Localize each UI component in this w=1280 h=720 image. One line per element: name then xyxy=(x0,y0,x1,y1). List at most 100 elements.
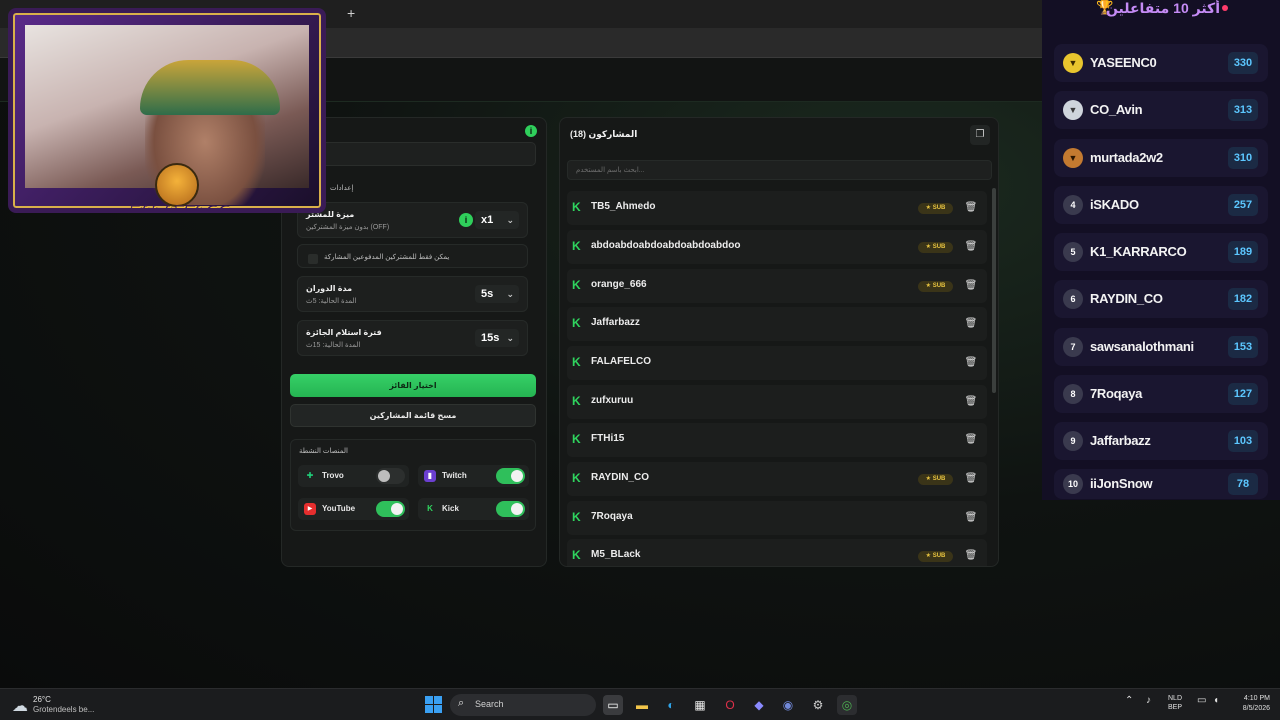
app-icon[interactable]: ⚙ xyxy=(808,695,828,715)
windows-start-icon[interactable] xyxy=(425,696,443,714)
rank-number: 9 xyxy=(1063,431,1083,451)
chevron-up-icon[interactable]: ⌃ xyxy=(1125,695,1133,706)
chevron-down-icon: ⌄ xyxy=(506,215,514,225)
leaderboard-name: K1_KARRARCO xyxy=(1090,244,1187,259)
kick-icon: K xyxy=(572,239,581,253)
participant-name: 7Roqaya xyxy=(591,511,633,522)
weather-widget[interactable]: ☁ 26°C Grotendeels be... xyxy=(12,694,122,718)
logo-text: FALAFELCO xyxy=(131,203,233,213)
leaderboard-score: 310 xyxy=(1228,147,1258,169)
falafelco-logo: FALAFELCO xyxy=(131,163,233,213)
participant-name: abdoabdoabdoabdoabdoabdoo xyxy=(591,240,741,251)
sub-badge: ★ SUB xyxy=(918,242,953,253)
discord-icon[interactable]: ◉ xyxy=(778,695,798,715)
rank-number: 5 xyxy=(1063,242,1083,262)
volume-icon[interactable]: ◖ xyxy=(1213,695,1219,706)
trash-icon[interactable]: 🗑 xyxy=(963,355,979,371)
kick-icon: K xyxy=(572,355,581,369)
mascot-icon xyxy=(155,163,199,207)
leaderboard-row: ▼ YASEENC0 330 xyxy=(1054,44,1268,82)
new-tab-button[interactable]: + xyxy=(347,5,355,21)
subs-only-option[interactable]: يمكن فقط للمشتركين المدفوعين المشاركة xyxy=(297,244,528,268)
system-clock[interactable]: 4:10 PM 8/5/2026 xyxy=(1232,694,1270,714)
trash-icon[interactable]: 🗑 xyxy=(963,432,979,448)
subs-only-checkbox[interactable] xyxy=(308,254,318,264)
file-explorer-icon[interactable]: ▬ xyxy=(632,695,652,715)
language-indicator[interactable]: NLD BEP xyxy=(1168,694,1182,712)
pick-winner-button[interactable]: اختيار الفائز xyxy=(290,374,536,397)
platform-name: Twitch xyxy=(442,471,467,480)
silver-medal-icon: ▼ xyxy=(1063,100,1083,120)
participant-name: FTHi15 xyxy=(591,433,625,444)
leaderboard-score: 182 xyxy=(1228,288,1258,310)
rotation-select[interactable]: 5s ⌄ xyxy=(475,285,519,303)
multiplier-select[interactable]: x1 ⌄ xyxy=(475,211,519,229)
info-icon[interactable]: i xyxy=(459,213,473,227)
leaderboard-row: 9 Jaffarbazz 103 xyxy=(1054,422,1268,460)
opera-icon[interactable]: O xyxy=(720,695,740,715)
trash-icon[interactable]: 🗑 xyxy=(963,548,979,564)
task-view-icon[interactable]: ▭ xyxy=(603,695,623,715)
leaderboard-row: 4 iSKADO 257 xyxy=(1054,186,1268,224)
store-icon[interactable]: ▦ xyxy=(690,695,710,715)
trovo-toggle[interactable] xyxy=(376,468,405,484)
rank-number: 4 xyxy=(1063,195,1083,215)
participant-row: K TB5_Ahmedo ★ SUB 🗑 xyxy=(567,191,987,225)
leaderboard-name: 7Roqaya xyxy=(1090,386,1143,401)
feature-status: بدون ميزة المشتركين (OFF) xyxy=(306,224,390,231)
youtube-icon: ▶ xyxy=(304,503,316,515)
taskbar-search[interactable]: ⌕ Search xyxy=(450,694,596,716)
participant-row: K zufxuruu 🗑 xyxy=(567,385,987,419)
cloud-icon: ☁ xyxy=(12,698,28,715)
clear-participants-button[interactable]: مسح قائمة المشاركين xyxy=(290,404,536,427)
participant-row: K FTHi15 🗑 xyxy=(567,423,987,457)
participant-row: K abdoabdoabdoabdoabdoabdoo ★ SUB 🗑 xyxy=(567,230,987,264)
participant-name: zufxuruu xyxy=(591,395,634,406)
leaderboard-name: YASEENC0 xyxy=(1090,55,1157,70)
kick-toggle[interactable] xyxy=(496,501,525,517)
kick-icon: K xyxy=(572,510,581,524)
trash-icon[interactable]: 🗑 xyxy=(963,471,979,487)
participants-title: المشاركون (18) xyxy=(570,129,638,139)
leaderboard-score: 78 xyxy=(1228,473,1258,495)
kick-icon: K xyxy=(427,504,433,513)
multiplier-value: x1 xyxy=(481,214,494,226)
participant-search-input[interactable]: ابحث باسم المستخدم... xyxy=(567,160,992,180)
copy-icon[interactable]: ❐ xyxy=(970,125,990,145)
edge-icon[interactable]: ◐ xyxy=(661,695,681,715)
participant-row: K FALAFELCO 🗑 xyxy=(567,346,987,380)
platform-twitch: ▮ Twitch xyxy=(418,465,529,487)
live-dot-icon xyxy=(1222,5,1228,11)
subs-only-label: يمكن فقط للمشتركين المدفوعين المشاركة xyxy=(324,254,450,261)
participants-panel: المشاركون (18) ❐ ابحث باسم المستخدم... K… xyxy=(559,117,999,567)
platform-youtube: ▶ YouTube xyxy=(298,498,409,520)
participant-row: K RAYDIN_CO ★ SUB 🗑 xyxy=(567,462,987,496)
microphone-icon[interactable]: ♪ xyxy=(1146,695,1151,706)
participant-row: K Jaffarbazz 🗑 xyxy=(567,307,987,341)
app-icon[interactable]: ◆ xyxy=(749,695,769,715)
network-icon[interactable]: ▭ xyxy=(1197,695,1206,706)
trash-icon[interactable]: 🗑 xyxy=(963,239,979,255)
trash-icon[interactable]: 🗑 xyxy=(963,394,979,410)
youtube-toggle[interactable] xyxy=(376,501,405,517)
subscriber-feature-card: ميزة للمشتر بدون ميزة المشتركين (OFF) i … xyxy=(297,202,528,238)
twitch-toggle[interactable] xyxy=(496,468,525,484)
trash-icon[interactable]: 🗑 xyxy=(963,316,979,332)
trash-icon[interactable]: 🗑 xyxy=(963,510,979,526)
trash-icon[interactable]: 🗑 xyxy=(963,200,979,216)
participants-scrollbar[interactable] xyxy=(992,188,996,393)
participant-name: orange_666 xyxy=(591,279,647,290)
claim-current: المدة الحالية: 15ث xyxy=(306,342,361,349)
trash-icon[interactable]: 🗑 xyxy=(963,278,979,294)
leaderboard-name: Jaffarbazz xyxy=(1090,433,1151,448)
settings-input[interactable] xyxy=(290,142,536,166)
chrome-icon[interactable]: ◎ xyxy=(837,695,857,715)
rank-number: 6 xyxy=(1063,289,1083,309)
temperature: 26°C xyxy=(33,695,51,704)
claim-select[interactable]: 15s ⌄ xyxy=(475,329,519,347)
settings-section-title: إعدادات xyxy=(330,185,354,192)
kick-icon: K xyxy=(572,200,581,214)
kick-icon: K xyxy=(572,471,581,485)
info-icon[interactable]: i xyxy=(525,125,537,137)
twitch-icon: ▮ xyxy=(424,470,436,482)
